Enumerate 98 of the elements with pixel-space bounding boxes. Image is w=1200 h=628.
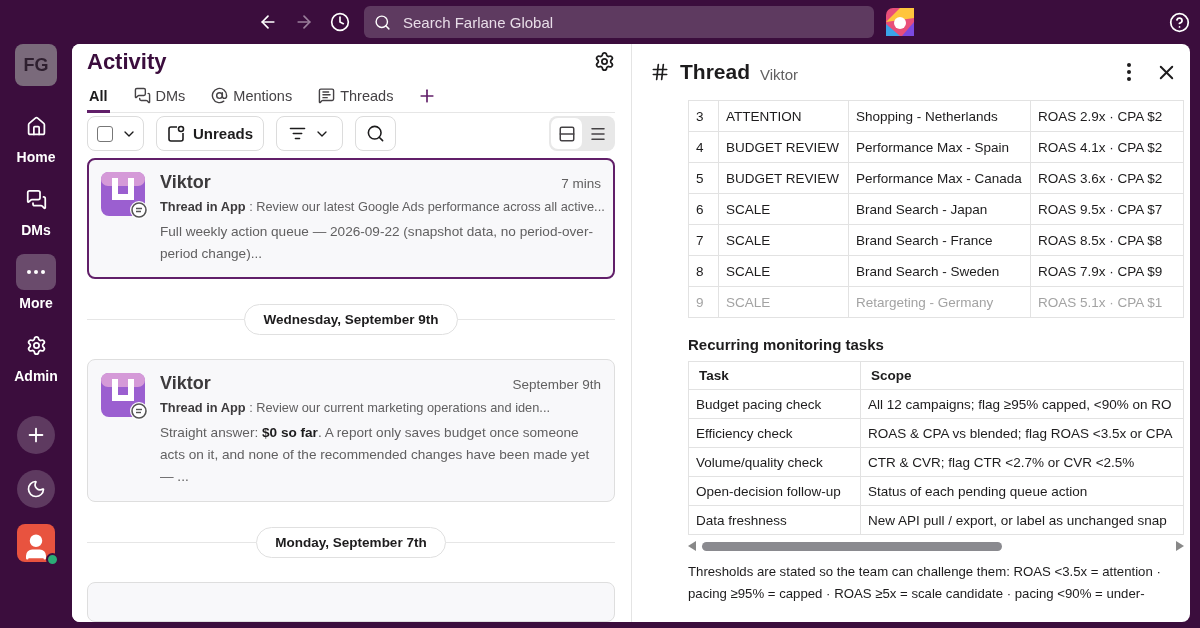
table-cell: Shopping - Netherlands (848, 100, 1031, 132)
add-button[interactable] (17, 416, 55, 454)
sender-name: Viktor (160, 373, 211, 394)
table-cell: Retargeting - Germany (848, 286, 1031, 318)
table-cell: ROAS 3.6x · CPA $2 (1030, 162, 1184, 194)
message-card[interactable]: Viktor 7 mins Thread in App : Review our latest Google Ads performance across all active... Full weekly action queue — 2026-09-22 (snapshot data, no period-over-period change)... (87, 158, 615, 279)
app-avatar-icon (101, 172, 148, 219)
sidebar-item[interactable]: Home (16, 108, 56, 165)
column-header: Task (688, 361, 861, 390)
table-cell: ROAS 8.5x · CPA $8 (1030, 224, 1184, 256)
search-button[interactable] (355, 116, 397, 152)
table-cell: Volume/quality check (688, 447, 861, 477)
timestamp: September 9th (512, 377, 601, 392)
table-cell: ROAS 2.9x · CPA $2 (1030, 100, 1184, 132)
table-cell: 8 (688, 255, 719, 287)
settings-button[interactable] (594, 51, 615, 73)
table-cell: SCALE (718, 224, 849, 256)
section-heading: Recurring monitoring tasks (688, 336, 885, 353)
help-icon (1169, 11, 1190, 33)
chat-bubbles-icon (133, 87, 151, 105)
more-vertical-icon (1127, 63, 1131, 81)
message-preview: Full weekly action queue — 2026-09-22 (snapshot data, no period-over-period change)... (160, 223, 594, 263)
table-cell: Data freshness (688, 505, 861, 535)
settings-icon (594, 51, 615, 73)
table-cell: ATTENTION (718, 100, 849, 132)
thresholds-paragraph: Thresholds are stated so the team can challenge them: ROAS <3.5x = attention · pacing ≥95% = capped · ROAS ≥5x = scale candidate · pacing <90% = under- (688, 563, 1162, 603)
table-cell: Budget pacing check (688, 389, 861, 419)
table-cell: ROAS 9.5x · CPA $7 (1030, 193, 1184, 225)
table-cell: ROAS 4.1x · CPA $2 (1030, 131, 1184, 163)
at-sign-icon (211, 87, 229, 105)
table-cell: 5 (688, 162, 719, 194)
help-button[interactable] (1169, 11, 1190, 33)
hash-icon (650, 62, 670, 82)
more-icon (27, 270, 45, 274)
table-cell: Brand Search - Japan (848, 193, 1031, 225)
user-avatar[interactable] (17, 524, 55, 562)
thread-icon (318, 87, 336, 105)
app-logo-icon[interactable] (886, 8, 914, 36)
table-cell: Efficiency check (688, 418, 861, 448)
search-icon (374, 13, 391, 31)
table-cell: ROAS 7.9x · CPA $9 (1030, 255, 1184, 287)
table-cell: All 12 campaigns; flag ≥95% capped, <90% on RO (860, 389, 1184, 419)
app-avatar-icon (101, 373, 148, 420)
chat-bubbles-icon (25, 188, 47, 210)
table-cell: SCALE (718, 193, 849, 225)
message-preview: Straight answer: $0 so far. A report only saves budget once someone acts on it, and none of the recommended changes have been made yet — ... (160, 424, 591, 486)
message-card[interactable] (87, 359, 615, 502)
filter-button[interactable] (276, 116, 344, 152)
tab[interactable]: Mentions (209, 78, 295, 113)
scroll-left-icon (688, 541, 696, 551)
table-cell: Brand Search - Sweden (848, 255, 1031, 287)
table-cell: ROAS 5.1x · CPA $1 (1030, 286, 1184, 318)
table-cell: ROAS & CPA vs blended; flag ROAS <3.5x or CPA (860, 418, 1184, 448)
tab[interactable]: Threads (316, 78, 396, 113)
cards-view-icon (557, 124, 576, 143)
table-cell: 7 (688, 224, 719, 256)
scroll-right-icon (1176, 541, 1184, 551)
more-options-button[interactable] (1127, 63, 1131, 81)
thread-context: Thread in App : Review our current marketing operations and iden... (160, 400, 551, 415)
table-cell: Status of each pending queue action (860, 476, 1184, 506)
column-header: Scope (860, 361, 1184, 390)
clock-icon (330, 12, 350, 32)
table-cell: SCALE (718, 255, 849, 287)
view-toggle[interactable] (551, 118, 582, 150)
unreads-button[interactable]: Unreads (156, 116, 265, 152)
table-cell: 6 (688, 193, 719, 225)
timestamp: 7 mins (561, 176, 601, 191)
table-cell: Brand Search - France (848, 224, 1031, 256)
tab[interactable]: DMs (131, 78, 188, 113)
thread-subtitle: Viktor (760, 65, 799, 83)
table-cell: CTR & CVR; flag CTR <2.7% or CVR <2.5% (860, 447, 1184, 477)
date-divider: Monday, September 7th (256, 526, 446, 558)
thread-title: Thread (680, 60, 750, 84)
panel-title: Activity (87, 48, 167, 75)
table-cell: SCALE (718, 286, 849, 318)
sender-name: Viktor (160, 172, 211, 193)
theme-button[interactable] (17, 470, 55, 508)
table-cell: 3 (688, 100, 719, 132)
search-input[interactable]: Search Farlane Global (401, 12, 864, 32)
date-divider: Wednesday, September 9th (244, 303, 458, 335)
sidebar-item[interactable]: Admin (14, 327, 58, 384)
unread-icon (167, 124, 185, 143)
tab[interactable]: All (87, 78, 110, 113)
table-cell: BUDGET REVIEW (718, 131, 849, 163)
settings-icon (25, 334, 47, 356)
table-cell: Performance Max - Canada (848, 162, 1031, 194)
moon-icon (26, 479, 46, 499)
select-all-button[interactable] (87, 116, 144, 152)
table-cell: 4 (688, 131, 719, 163)
table-cell: Performance Max - Spain (848, 131, 1031, 163)
sidebar-item[interactable]: DMs (16, 181, 56, 238)
search-field[interactable]: Search Farlane Global (364, 6, 874, 38)
table-cell: Open-decision follow-up (688, 476, 861, 506)
table-cell: BUDGET REVIEW (718, 162, 849, 194)
home-icon (25, 115, 47, 137)
table-cell: New API pull / export, or label as unchanged snap (860, 505, 1184, 535)
search-icon (366, 124, 386, 144)
table-cell: 9 (688, 286, 719, 318)
